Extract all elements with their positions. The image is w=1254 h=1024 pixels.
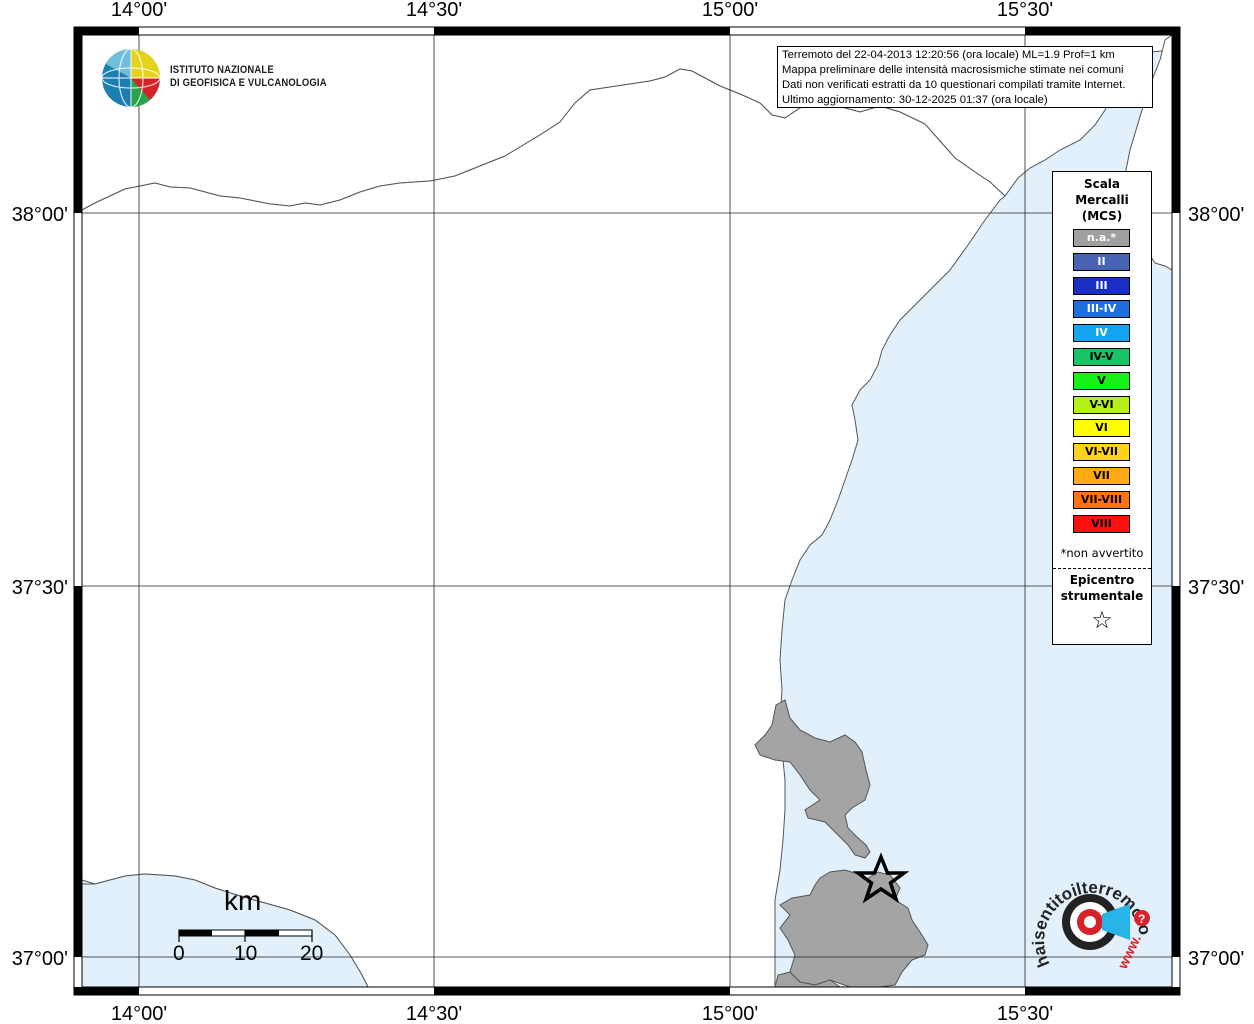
lon-tick-bottom-1: 14°00' xyxy=(111,1003,167,1024)
legend-item-vii: VII xyxy=(1073,466,1130,485)
lon-tick-bottom-4: 15°30' xyxy=(997,1003,1053,1024)
legend-epicenter-label: Epicentro strumentale xyxy=(1053,572,1151,604)
legend-star-icon: ☆ xyxy=(1091,606,1113,634)
lon-tick-bottom-3: 15°00' xyxy=(702,1003,758,1024)
info-line-1: Terremoto del 22-04-2013 12:20:56 (ora l… xyxy=(782,49,1115,61)
logo-line-1: ISTITUTO NAZIONALE xyxy=(170,64,274,76)
legend-title: Scala Mercalli (MCS) xyxy=(1053,176,1151,224)
ingv-logo-text: ISTITUTO NAZIONALE DI GEOFISICA E VULCAN… xyxy=(170,64,327,90)
legend-item-iii: III xyxy=(1073,276,1130,295)
logo-line-2: DI GEOFISICA E VULCANOLOGIA xyxy=(170,77,327,89)
lat-tick-left-3: 37°00' xyxy=(12,948,68,970)
scale-unit: km xyxy=(224,885,262,916)
ingv-logo-globe xyxy=(101,48,161,108)
lat-tick-right-1: 38°00' xyxy=(1188,204,1244,226)
legend-items: n.a.* II III III-IV IV IV-V V V-VI VI VI-VII VII VI… xyxy=(1073,229,1130,538)
lat-tick-left-2: 37°30' xyxy=(12,577,68,599)
lat-tick-right-2: 37°30' xyxy=(1188,577,1244,599)
haisentito-www: www. xyxy=(1114,932,1144,972)
haisentito-logo-graphic: haisentitoilterremoto.it ? www. xyxy=(1027,853,1155,972)
legend-title-2: Mercalli xyxy=(1075,193,1129,207)
legend-title-1: Scala xyxy=(1083,177,1121,191)
legend-item-vii-viii: VII-VIII xyxy=(1073,490,1130,509)
legend-item-iv-v: IV-V xyxy=(1073,347,1130,366)
svg-text:?: ? xyxy=(1138,912,1145,926)
info-line-3: Dati non verificati estratti da 10 quest… xyxy=(782,79,1126,91)
lon-tick-top-1: 14°00' xyxy=(111,0,167,21)
legend-item-iv: IV xyxy=(1073,324,1130,343)
legend-item-ii: II xyxy=(1073,252,1130,271)
legend-item-iii-iv: III-IV xyxy=(1073,300,1130,319)
lat-tick-right-3: 37°00' xyxy=(1188,948,1244,970)
lon-tick-top-4: 15°30' xyxy=(997,0,1053,21)
lon-tick-top-3: 15°00' xyxy=(702,0,758,21)
legend-title-3: (MCS) xyxy=(1081,209,1123,223)
legend-note: *non avvertito xyxy=(1060,546,1144,560)
legend-epicenter-line-1: Epicentro xyxy=(1069,573,1135,587)
scale-label-0: 0 xyxy=(173,942,185,965)
info-line-2: Mappa preliminare delle intensità macros… xyxy=(782,64,1124,76)
legend-separator xyxy=(1053,568,1151,569)
legend-item-v-vi: V-VI xyxy=(1073,395,1130,414)
haisentito-logo[interactable]: haisentitoilterremoto.it ? www. xyxy=(1027,853,1155,978)
lat-tick-left-1: 38°00' xyxy=(12,204,68,226)
event-info-box: Terremoto del 22-04-2013 12:20:56 (ora l… xyxy=(777,46,1153,108)
lon-tick-bottom-2: 14°30' xyxy=(406,1003,462,1024)
lon-tick-top-2: 14°30' xyxy=(406,0,462,21)
scale-label-20: 20 xyxy=(300,942,324,965)
info-line-4: Ultimo aggiornamento: 30-12-2025 01:37 (… xyxy=(782,94,1048,106)
legend-item-v: V xyxy=(1073,371,1130,390)
scale-label-10: 10 xyxy=(234,942,258,965)
legend-item-viii: VIII xyxy=(1073,514,1130,533)
legend-item-n-a-: n.a.* xyxy=(1073,229,1130,247)
intensity-legend: Scala Mercalli (MCS) n.a.* II III III-IV IV I… xyxy=(1052,171,1152,645)
legend-epicenter-line-2: strumentale xyxy=(1060,589,1144,603)
legend-item-vi-vii: VI-VII xyxy=(1073,443,1130,462)
legend-item-vi: VI xyxy=(1073,419,1130,438)
